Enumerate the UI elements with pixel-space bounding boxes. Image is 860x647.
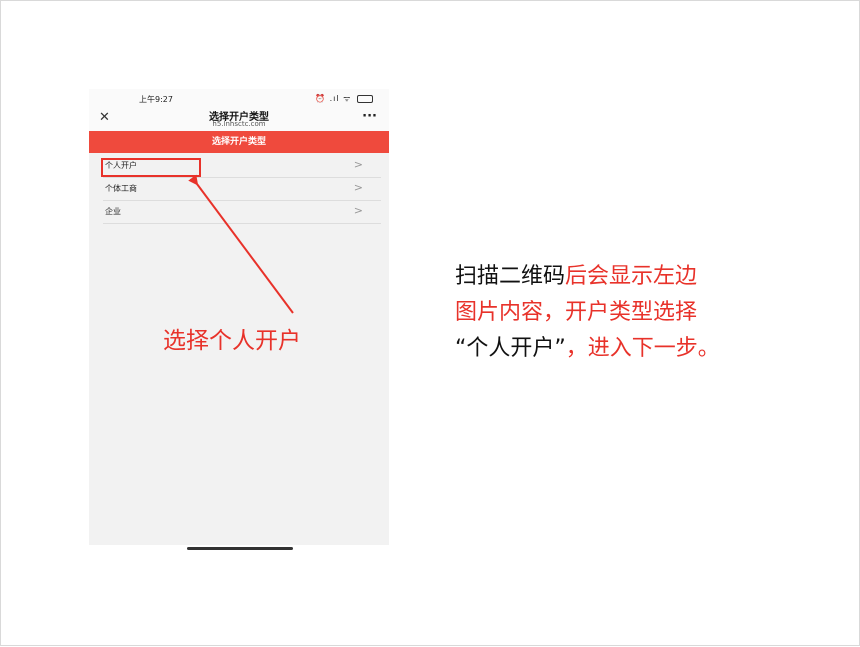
highlight-box <box>101 158 201 177</box>
home-indicator <box>187 547 293 550</box>
instruction-show-left: 后会显示左边 <box>565 264 698 289</box>
chevron-right-icon: > <box>353 181 363 194</box>
title-bar: ✕ 选择开户类型 h5.lnhsctc.com ··· <box>89 109 389 131</box>
status-icons: ⏰ .ıl ᯤ <box>315 93 373 104</box>
list-item-label: 个体工商 <box>105 184 137 193</box>
chevron-right-icon: > <box>353 158 363 171</box>
list-item-individual-business[interactable]: 个体工商 > <box>103 178 381 201</box>
battery-icon <box>357 94 373 103</box>
instruction-text: 扫描二维码后会显示左边 图片内容，开户类型选择 “个人开户”，进入下一步。 <box>455 259 845 367</box>
instruction-scan: 扫描二维码 <box>455 264 566 289</box>
status-bar: 上午9:27 ⏰ .ıl ᯤ <box>89 89 389 109</box>
list-item-enterprise[interactable]: 企业 > <box>103 201 381 224</box>
instruction-line-3: “个人开户”，进入下一步。 <box>455 331 845 367</box>
status-signal-icons: ⏰ .ıl ᯤ <box>315 94 352 103</box>
instruction-personal: “个人开户” <box>455 336 566 361</box>
instruction-line-2: 图片内容，开户类型选择 <box>455 300 698 325</box>
instruction-line-1: 扫描二维码后会显示左边 <box>455 259 845 295</box>
section-header: 选择开户类型 <box>89 131 389 153</box>
annotation-label: 选择个人开户 <box>163 328 301 354</box>
slide: 上午9:27 ⏰ .ıl ᯤ ✕ 选择开户类型 h5.lnhsctc.com ·… <box>0 0 860 646</box>
more-menu-icon[interactable]: ··· <box>362 109 377 124</box>
chevron-right-icon: > <box>353 204 363 217</box>
list-item-label: 企业 <box>105 207 121 216</box>
page-url: h5.lnhsctc.com <box>212 120 266 128</box>
instruction-next-step: ，进入下一步。 <box>565 336 720 361</box>
status-time: 上午9:27 <box>139 95 173 104</box>
